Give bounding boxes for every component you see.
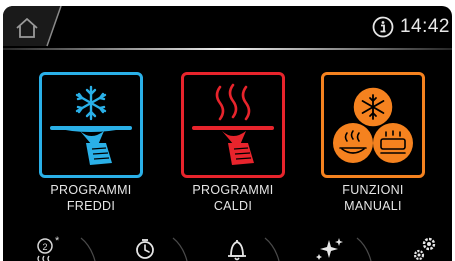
tile-cold-label-line2: FREDDI bbox=[66, 199, 116, 213]
numbered-program-icon: 2 * bbox=[37, 235, 60, 261]
home-button[interactable] bbox=[3, 6, 63, 48]
tile-hot-programs[interactable] bbox=[181, 72, 285, 178]
status-bar: 14:42 bbox=[3, 6, 452, 48]
nav-alarms[interactable] bbox=[207, 232, 267, 261]
tile-hot-label-line2: CALDI bbox=[213, 199, 253, 213]
sparkle-icon bbox=[316, 238, 343, 260]
nav-recipes[interactable]: 2 * bbox=[23, 232, 83, 261]
svg-text:*: * bbox=[55, 235, 60, 247]
snowflake-serving-tray-icon bbox=[50, 85, 132, 165]
nav-timer[interactable] bbox=[115, 232, 175, 261]
header-divider bbox=[3, 48, 452, 50]
steam-serving-tray-icon bbox=[192, 83, 274, 165]
tile-cold-label: PROGRAMMI FREDDI bbox=[21, 182, 161, 214]
tile-cold-label-line1: PROGRAMMI bbox=[50, 183, 132, 197]
bell-icon bbox=[228, 240, 246, 261]
tile-manual-functions[interactable] bbox=[321, 72, 425, 178]
gears-icon bbox=[413, 237, 436, 261]
timer-icon bbox=[136, 239, 154, 259]
status-time-area: 14:42 bbox=[372, 6, 450, 48]
nav-settings[interactable] bbox=[391, 232, 451, 261]
tile-hot-label-line1: PROGRAMMI bbox=[192, 183, 274, 197]
svg-text:2: 2 bbox=[42, 242, 47, 252]
tile-hot-label: PROGRAMMI CALDI bbox=[163, 182, 303, 214]
snowflake-hot-food-icon bbox=[333, 86, 413, 163]
nav-cleaning[interactable] bbox=[299, 232, 359, 261]
clock-time: 14:42 bbox=[399, 16, 450, 37]
tile-cold-programs[interactable] bbox=[39, 72, 143, 178]
device-screen: 14:42 PROGRAMMI FREDDI PROGRAMMI CALDI F… bbox=[3, 6, 452, 261]
info-circle-icon[interactable] bbox=[372, 16, 394, 38]
tile-manual-label-line2: MANUALI bbox=[344, 199, 402, 213]
tile-manual-label-line1: FUNZIONI bbox=[342, 183, 404, 197]
tile-manual-label: FUNZIONI MANUALI bbox=[303, 182, 443, 214]
